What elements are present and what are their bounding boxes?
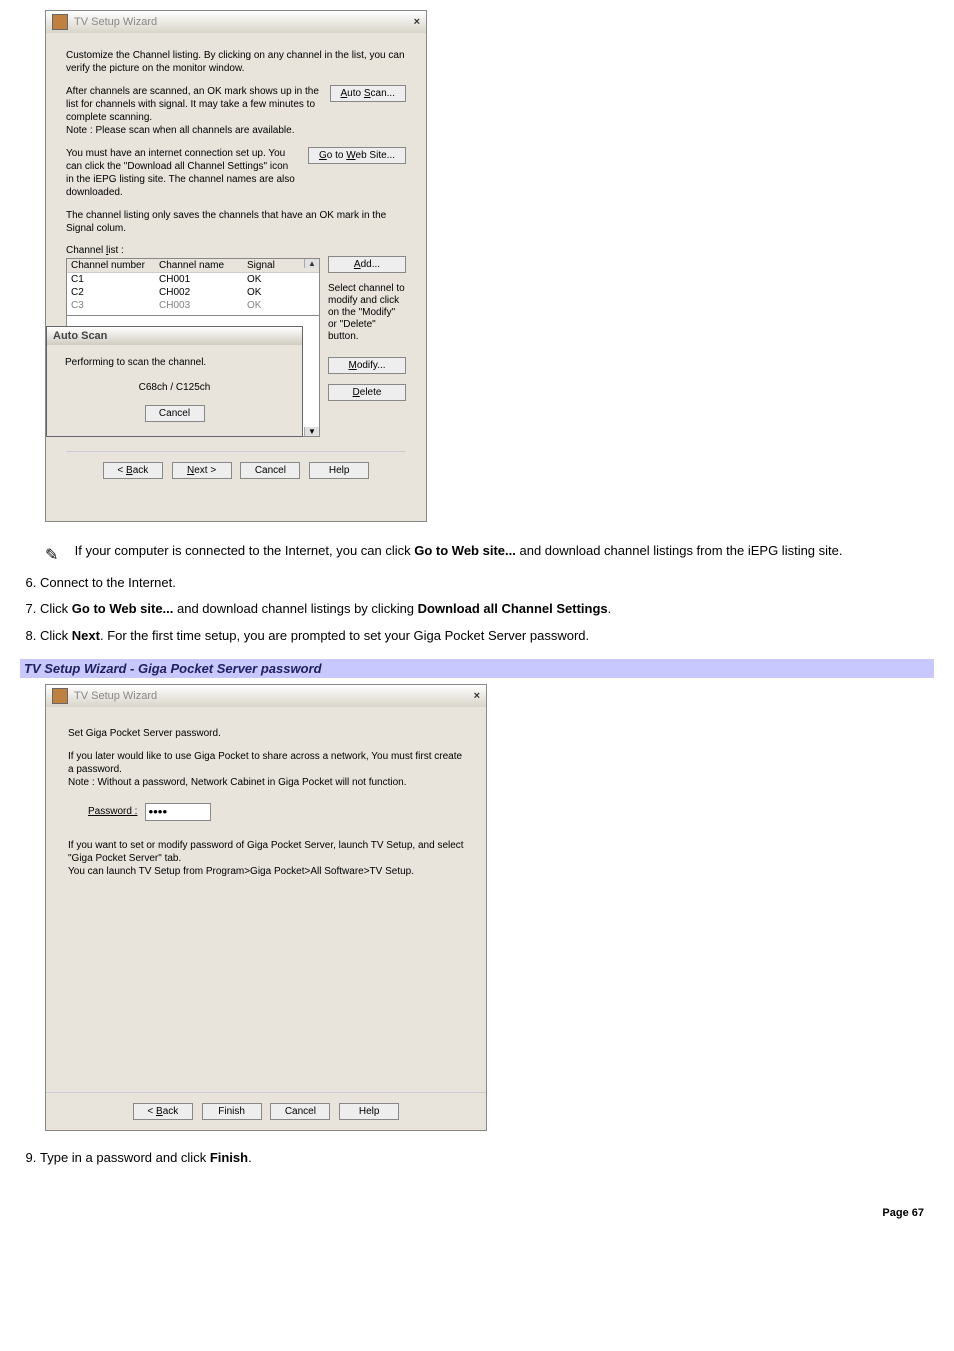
back-button[interactable]: < Back: [103, 462, 163, 479]
channel-list-label: Channel list :: [66, 245, 406, 256]
help-button-2[interactable]: Help: [339, 1103, 399, 1120]
table-row[interactable]: C3 CH003 OK: [67, 299, 319, 312]
close-icon[interactable]: ×: [414, 16, 420, 28]
finish-button[interactable]: Finish: [202, 1103, 262, 1120]
dialog2-title: TV Setup Wizard: [74, 690, 157, 702]
app-icon: [52, 688, 68, 704]
auto-scan-overlay: Auto Scan Performing to scan the channel…: [46, 326, 303, 437]
delete-button[interactable]: Delete: [328, 384, 406, 401]
cancel-button[interactable]: Cancel: [240, 462, 300, 479]
cell-num: C3: [67, 299, 155, 312]
back-button-2[interactable]: < Back: [133, 1103, 193, 1120]
auto-scan-status: Performing to scan the channel.: [65, 357, 284, 368]
password-input[interactable]: [145, 803, 211, 821]
cell-name: CH001: [155, 273, 243, 286]
steps-list-2: Type in a password and click Finish.: [20, 1149, 934, 1167]
scroll-down-icon[interactable]: ▼: [304, 427, 319, 436]
autoscan-description: After channels are scanned, an OK mark s…: [66, 85, 330, 137]
dialog1-title-bar: TV Setup Wizard ×: [46, 11, 426, 33]
section-heading: TV Setup Wizard - Giga Pocket Server pas…: [20, 659, 934, 678]
help-button[interactable]: Help: [309, 462, 369, 479]
tv-setup-wizard-dialog-2: TV Setup Wizard × Set Giga Pocket Server…: [45, 684, 487, 1131]
go-to-web-site-button[interactable]: Go to Web Site...: [308, 147, 406, 164]
pw-line1: Set Giga Pocket Server password.: [68, 727, 464, 740]
note-text-2: and download channel listings from the i…: [519, 543, 842, 558]
modify-delete-hint: Select channel to modify and click on th…: [328, 283, 406, 343]
table-row[interactable]: C2 CH002 OK: [67, 286, 319, 299]
modify-button[interactable]: Modify...: [328, 357, 406, 374]
channel-list-header: Channel number Channel name Signal: [67, 259, 319, 273]
save-note: The channel listing only saves the chann…: [66, 209, 406, 235]
web-description: You must have an internet connection set…: [66, 147, 308, 199]
col-number-header: Channel number: [67, 259, 155, 272]
auto-scan-title: Auto Scan: [47, 327, 302, 345]
close-icon[interactable]: ×: [474, 690, 480, 702]
note-bold: Go to Web site...: [414, 543, 516, 558]
dialog2-footer: < Back Finish Cancel Help: [46, 1092, 486, 1130]
cell-signal: OK: [243, 273, 301, 286]
auto-scan-progress: C68ch / C125ch: [65, 382, 284, 393]
step-8: Click Next. For the first time setup, yo…: [40, 627, 934, 645]
col-name-header: Channel name: [155, 259, 243, 272]
step-7: Click Go to Web site... and download cha…: [40, 600, 934, 618]
cancel-button-2[interactable]: Cancel: [270, 1103, 330, 1120]
cell-signal: OK: [243, 286, 301, 299]
scroll-up-icon[interactable]: ▲: [304, 259, 319, 268]
note-paragraph: ✎ If your computer is connected to the I…: [45, 542, 909, 560]
note-text-1: If your computer is connected to the Int…: [75, 543, 415, 558]
password-label: Password :: [88, 806, 137, 817]
pw-line3: If you want to set or modify password of…: [68, 839, 464, 878]
channel-list[interactable]: Channel number Channel name Signal C1 CH…: [66, 258, 320, 316]
dialog1-title: TV Setup Wizard: [74, 16, 157, 28]
dialog2-title-bar: TV Setup Wizard ×: [46, 685, 486, 707]
auto-scan-cancel-button[interactable]: Cancel: [145, 405, 205, 422]
steps-list: Connect to the Internet. Click Go to Web…: [20, 574, 934, 645]
col-signal-header: Signal: [243, 259, 301, 272]
next-button[interactable]: Next >: [172, 462, 232, 479]
cell-name: CH002: [155, 286, 243, 299]
cell-num: C1: [67, 273, 155, 286]
dialog1-footer: < Back Next > Cancel Help: [66, 451, 406, 479]
table-row[interactable]: C1 CH001 OK: [67, 273, 319, 286]
page-number: Page 67: [20, 1207, 934, 1219]
cell-name: CH003: [155, 299, 243, 312]
tv-setup-wizard-dialog-1: TV Setup Wizard × Customize the Channel …: [45, 10, 427, 522]
auto-scan-button[interactable]: Auto Scan...: [330, 85, 407, 102]
note-icon: ✎: [45, 545, 65, 559]
cell-signal: OK: [243, 299, 301, 312]
dialog1-intro: Customize the Channel listing. By clicki…: [66, 49, 406, 75]
step-9: Type in a password and click Finish.: [40, 1149, 934, 1167]
pw-line2: If you later would like to use Giga Pock…: [68, 750, 464, 789]
add-button[interactable]: Add...: [328, 256, 406, 273]
cell-num: C2: [67, 286, 155, 299]
step-6: Connect to the Internet.: [40, 574, 934, 592]
app-icon: [52, 14, 68, 30]
